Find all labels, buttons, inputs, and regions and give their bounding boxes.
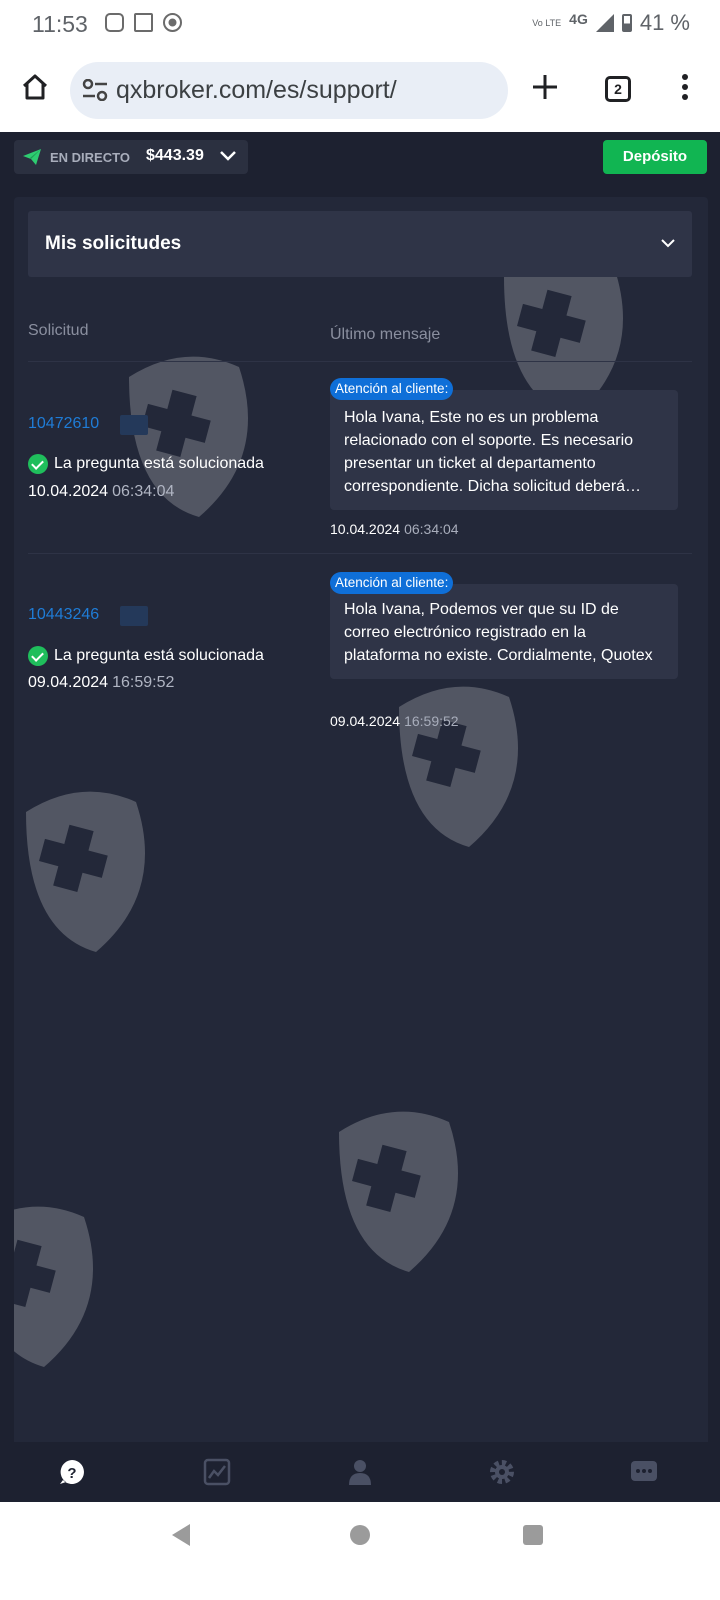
chevron-down-icon: [220, 151, 236, 161]
tab-switcher-button[interactable]: 2: [605, 76, 631, 102]
shield-watermark-icon: [399, 686, 518, 847]
message-date: 10.04.2024 06:34:04: [330, 521, 459, 537]
instagram-icon: [105, 13, 124, 32]
column-header-request: Solicitud: [28, 322, 89, 339]
shield-watermark-icon: [26, 791, 145, 952]
ticket-date: 09.04.2024 16:59:52: [28, 674, 174, 692]
chart-icon[interactable]: [203, 1458, 231, 1486]
url-text[interactable]: qxbroker.com/es/support/: [116, 76, 397, 105]
time-text: 16:59:52: [112, 674, 175, 691]
help-icon[interactable]: ?: [58, 1458, 86, 1486]
shield-watermark-icon: [339, 1111, 458, 1272]
support-panel: Mis solicitudes Solicitud Último mensaje…: [14, 197, 708, 1459]
mail-icon: [120, 415, 148, 435]
send-icon: [23, 149, 41, 165]
message-text: Hola Ivana, Podemos ver que su ID de cor…: [344, 601, 653, 664]
column-header-last-message: Último mensaje: [330, 326, 441, 343]
ticket-status: La pregunta está solucionada: [28, 646, 264, 666]
clock: 11:53: [32, 11, 88, 37]
time-text: 16:59:52: [404, 713, 459, 729]
status-bar: 11:53 Vo LTE 4G 41 %: [0, 0, 720, 52]
battery-level: 41 %: [639, 10, 690, 35]
ticket-id-link[interactable]: 10472610: [28, 415, 99, 433]
home-icon[interactable]: [20, 72, 50, 102]
balance: $443.39: [146, 147, 204, 164]
deposit-button[interactable]: Depósito: [603, 140, 707, 174]
system-nav-bar: [0, 1502, 720, 1600]
recent-apps-icon[interactable]: [523, 1525, 543, 1545]
notification-icons: [105, 13, 182, 32]
date-text: 10.04.2024: [330, 521, 401, 537]
home-button-icon[interactable]: [350, 1525, 370, 1545]
soccer-ball-icon: [163, 13, 182, 32]
time-text: 06:34:04: [112, 483, 175, 500]
settings-icon[interactable]: [488, 1458, 516, 1486]
time-text: 06:34:04: [404, 521, 459, 537]
ticket-id-link[interactable]: 10443246: [28, 606, 99, 624]
section-title: Mis solicitudes: [45, 233, 182, 254]
account-type-label: EN DIRECTO: [50, 150, 130, 165]
chevron-down-icon[interactable]: [660, 237, 676, 249]
date-text: 10.04.2024: [28, 483, 109, 500]
volte-indicator: Vo LTE: [532, 18, 562, 28]
check-circle-icon: [28, 646, 48, 666]
svg-text:?: ?: [67, 1465, 76, 1482]
message-text: Hola Ivana, Este no es un problema relac…: [344, 409, 642, 495]
more-menu-icon[interactable]: [678, 74, 692, 104]
address-bar[interactable]: qxbroker.com/es/support/: [70, 62, 508, 119]
site-settings-icon[interactable]: [82, 79, 108, 101]
check-circle-icon: [28, 454, 48, 474]
network-type: 4G: [569, 11, 588, 27]
chat-icon[interactable]: [630, 1458, 658, 1486]
back-icon[interactable]: [172, 1524, 190, 1546]
date-text: 09.04.2024: [330, 713, 401, 729]
ticket-date: 10.04.2024 06:34:04: [28, 483, 174, 501]
system-indicators: Vo LTE 4G 41 %: [532, 10, 690, 36]
sender-badge: Atención al cliente:: [330, 378, 454, 400]
divider: [28, 361, 692, 362]
status-text: La pregunta está solucionada: [54, 455, 264, 472]
shield-watermark-icon: [14, 1206, 93, 1367]
calendar-icon: [134, 13, 153, 32]
app-bottom-nav: ?: [0, 1442, 720, 1502]
profile-icon[interactable]: [346, 1458, 374, 1486]
divider: [28, 553, 692, 554]
requests-accordion-header[interactable]: Mis solicitudes: [28, 211, 692, 277]
ticket-status: La pregunta está solucionada: [28, 454, 264, 474]
mail-icon: [120, 606, 148, 626]
browser-toolbar: qxbroker.com/es/support/ 2: [0, 52, 720, 132]
status-text: La pregunta está solucionada: [54, 647, 264, 664]
app-header: EN DIRECTO $443.39 Depósito: [0, 132, 720, 182]
date-text: 09.04.2024: [28, 674, 109, 691]
new-tab-icon[interactable]: [530, 72, 560, 102]
sender-badge: Atención al cliente:: [330, 572, 454, 594]
battery-icon: [621, 14, 632, 32]
message-preview[interactable]: Hola Ivana, Este no es un problema relac…: [330, 390, 678, 510]
message-date: 09.04.2024 16:59:52: [330, 713, 459, 729]
account-switcher[interactable]: EN DIRECTO $443.39: [14, 140, 248, 174]
signal-icon: [595, 14, 614, 32]
message-preview[interactable]: Hola Ivana, Podemos ver que su ID de cor…: [330, 584, 678, 679]
